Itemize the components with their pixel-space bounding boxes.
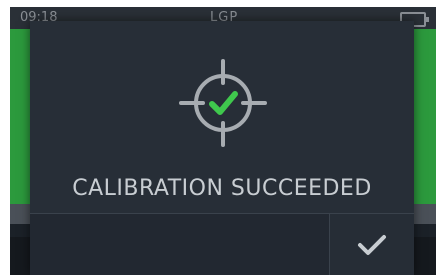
background-divider-right (414, 204, 436, 224)
background-panel-right (414, 29, 436, 204)
background-panel-left (10, 29, 30, 204)
check-icon (358, 235, 386, 255)
dialog-message: CALIBRATION SUCCEEDED (72, 176, 372, 201)
target-check-icon (179, 59, 267, 147)
confirm-button[interactable] (329, 214, 414, 275)
calibration-dialog: CALIBRATION SUCCEEDED (30, 21, 414, 275)
dialog-footer (30, 213, 414, 275)
device-screen: 09:18 LGP CALIBRATION SUCCEEDED (10, 7, 436, 275)
background-divider-left (10, 204, 30, 224)
